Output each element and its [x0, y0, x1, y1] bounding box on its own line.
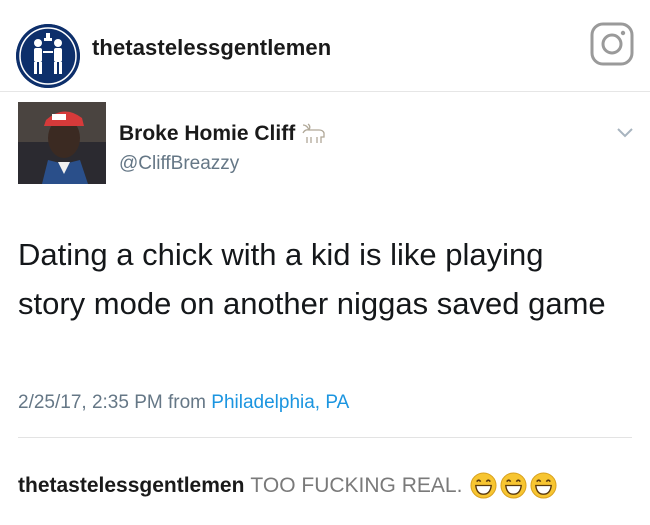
caption-text: TOO FUCKING REAL. — [250, 473, 463, 497]
divider — [18, 437, 632, 438]
instagram-username[interactable]: thetastelessgentlemen — [92, 35, 331, 61]
tweet-timestamp: 2/25/17, 2:35 PM from — [18, 392, 206, 413]
goat-icon — [302, 123, 325, 143]
caption-username[interactable]: thetastelessgentlemen — [18, 474, 244, 498]
gentlemen-logo-icon[interactable] — [16, 24, 80, 88]
grinning-face-icon — [500, 472, 527, 499]
grinning-face-icon — [530, 472, 557, 499]
chevron-down-icon[interactable] — [616, 126, 634, 140]
tweet-location-link[interactable]: Philadelphia, PA — [211, 392, 349, 413]
caption-emojis — [470, 472, 557, 499]
avatar[interactable] — [18, 102, 106, 184]
instagram-camera-icon[interactable] — [590, 22, 634, 66]
tweet-meta: 2/25/17, 2:35 PM from Philadelphia, PA — [18, 392, 349, 414]
grinning-face-icon — [470, 472, 497, 499]
instagram-post-header: thetastelessgentlemen — [0, 0, 650, 92]
tweet-text: Dating a chick with a kid is like playin… — [18, 237, 606, 321]
post-caption: thetastelessgentlemen TOO FUCKING REAL. — [18, 472, 557, 499]
embedded-tweet: Broke Homie Cliff @CliffBreazzy Dating a… — [0, 92, 650, 442]
tweet-display-name[interactable]: Broke Homie Cliff — [119, 122, 295, 146]
tweet-handle[interactable]: @CliffBreazzy — [119, 153, 239, 175]
